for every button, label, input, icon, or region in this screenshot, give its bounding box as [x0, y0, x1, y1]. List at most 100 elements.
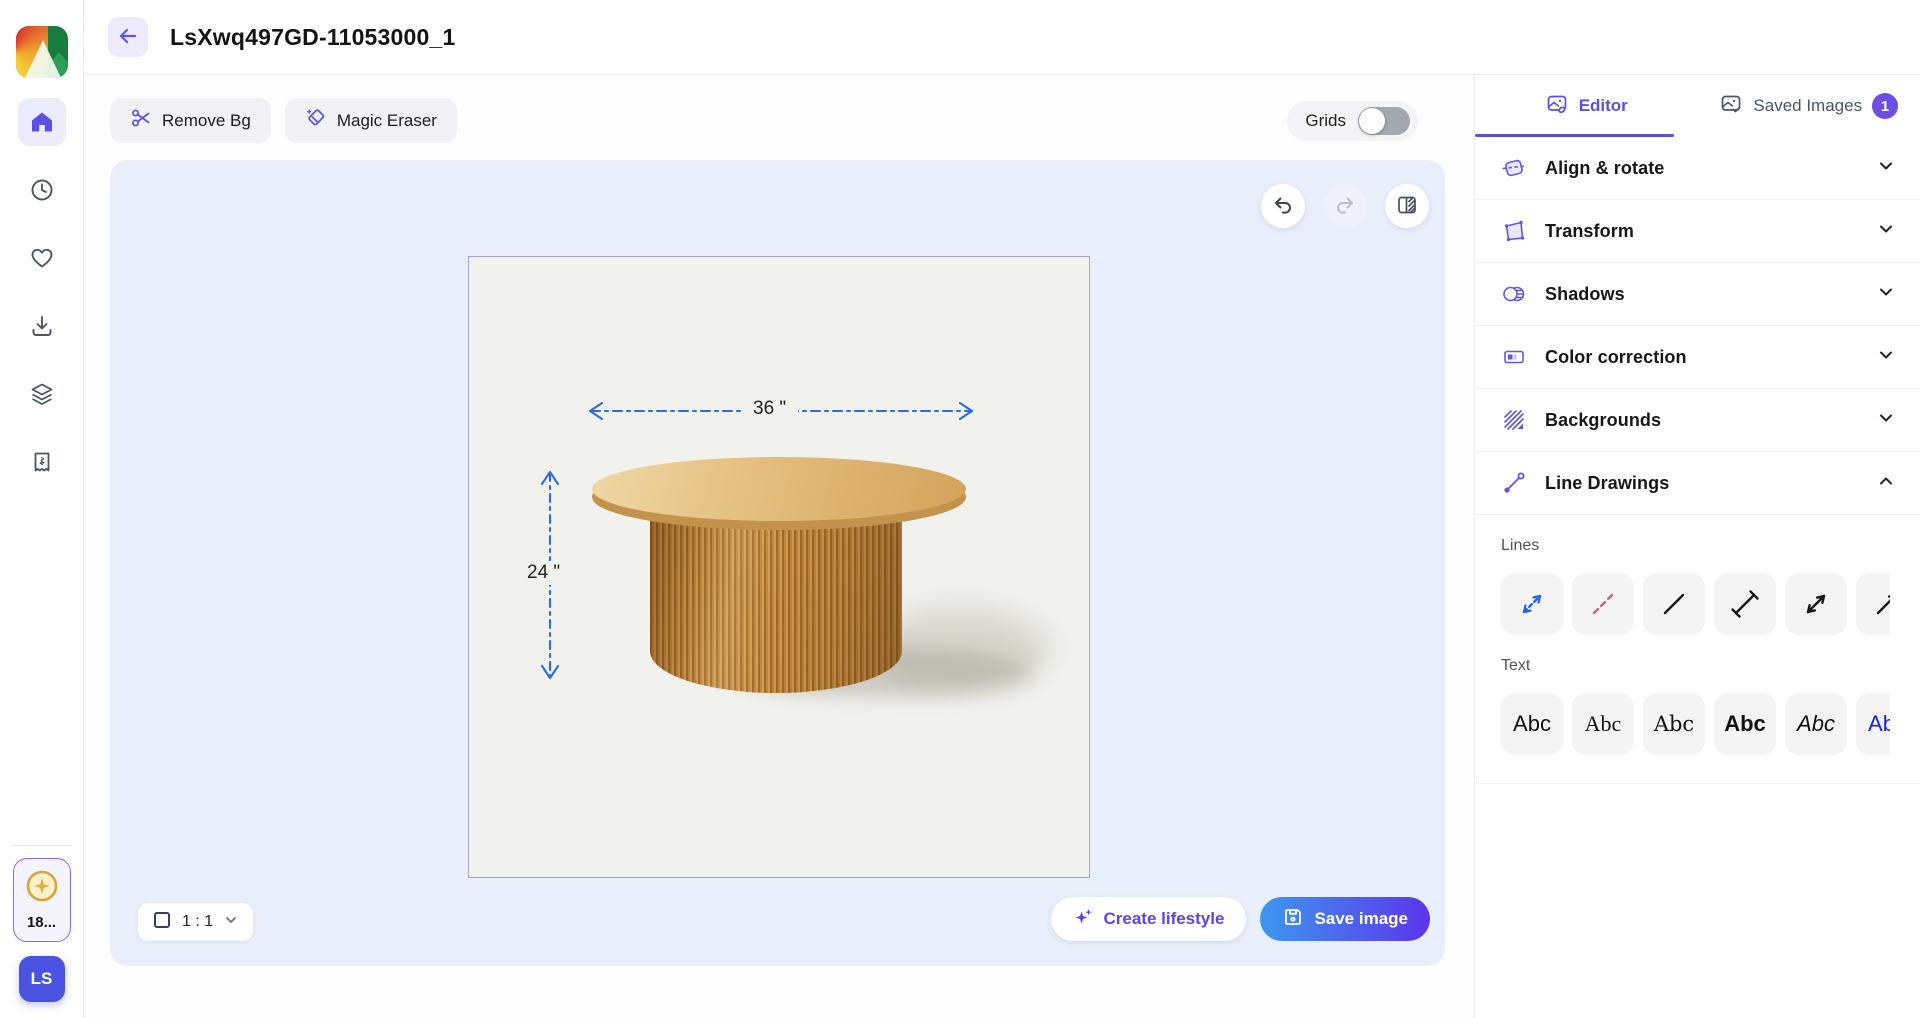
- save-image-label: Save image: [1314, 909, 1408, 929]
- main-column: LsXwq497GD-11053000_1 Remove Bg: [84, 0, 1920, 1018]
- download-icon: [29, 313, 55, 339]
- text-style-sample: Abc: [1797, 711, 1835, 737]
- line-drawings-icon: [1501, 470, 1527, 496]
- scissors-icon: [130, 107, 152, 134]
- nav-downloads[interactable]: [18, 302, 66, 350]
- align-rotate-icon: [1501, 155, 1527, 181]
- image-edit-icon: [1545, 92, 1569, 121]
- layers-icon: [29, 381, 55, 407]
- create-lifestyle-button[interactable]: Create lifestyle: [1051, 897, 1246, 941]
- nav-history[interactable]: [18, 166, 66, 214]
- section-backgrounds[interactable]: Backgrounds: [1475, 389, 1920, 452]
- section-transform[interactable]: Transform: [1475, 200, 1920, 263]
- page-title: LsXwq497GD-11053000_1: [170, 24, 456, 51]
- text-group-label: Text: [1501, 657, 1920, 675]
- editor-main: Remove Bg Magic Eraser Grids: [84, 75, 1474, 1018]
- tab-editor[interactable]: Editor: [1475, 75, 1698, 137]
- line-style-black-capped-ends[interactable]: [1714, 573, 1776, 635]
- editor-panel: Editor Saved Images 1 Align & rotate: [1474, 75, 1920, 1018]
- user-avatar[interactable]: LS: [19, 956, 65, 1002]
- text-style-italic[interactable]: Abc: [1785, 693, 1847, 755]
- line-style-black-solid[interactable]: [1643, 573, 1705, 635]
- text-style-serif-alt[interactable]: Abc: [1643, 693, 1705, 755]
- text-style-bold[interactable]: Abc: [1714, 693, 1776, 755]
- aspect-ratio-selector[interactable]: 1 : 1: [138, 903, 253, 941]
- chevron-down-icon: [1876, 282, 1896, 307]
- backgrounds-icon: [1501, 407, 1527, 433]
- compare-split-icon: [1395, 193, 1419, 220]
- transform-icon: [1501, 218, 1527, 244]
- left-rail: 18... LS: [0, 0, 84, 1018]
- lines-group-label: Lines: [1501, 537, 1920, 555]
- heart-icon: [29, 245, 55, 271]
- grids-toggle[interactable]: [1358, 107, 1410, 135]
- nav-home[interactable]: [18, 98, 66, 146]
- tab-saved-images[interactable]: Saved Images 1: [1698, 75, 1920, 137]
- chevron-down-icon: [1876, 408, 1896, 433]
- square-aspect-icon: [152, 910, 172, 935]
- undo-icon: [1271, 193, 1295, 220]
- canvas-actions: [1261, 184, 1429, 228]
- text-style-row: Abc Abc Abc Abc Abc Abc: [1501, 693, 1890, 755]
- chevron-down-icon: [223, 912, 239, 933]
- text-style-sample: Abc: [1654, 712, 1694, 736]
- grids-control: Grids: [1287, 101, 1418, 141]
- toggle-knob: [1359, 108, 1385, 134]
- line-style-blue-dashed-double-arrow[interactable]: [1501, 573, 1563, 635]
- width-dimension-label[interactable]: 36 ": [741, 397, 798, 421]
- saved-images-badge: 1: [1872, 93, 1898, 119]
- redo-icon: [1333, 193, 1357, 220]
- nav-billing[interactable]: [18, 438, 66, 486]
- text-style-sans[interactable]: Abc: [1501, 693, 1563, 755]
- chevron-down-icon: [1876, 156, 1896, 181]
- section-line-drawings[interactable]: Line Drawings: [1475, 452, 1920, 515]
- nav-layers[interactable]: [18, 370, 66, 418]
- redo-button[interactable]: [1323, 184, 1367, 228]
- header: LsXwq497GD-11053000_1: [84, 0, 1920, 75]
- rail-divider: [12, 845, 72, 846]
- home-icon: [29, 109, 55, 135]
- section-shadows[interactable]: Shadows: [1475, 263, 1920, 326]
- aspect-ratio-value: 1 : 1: [182, 913, 213, 931]
- sparkles-icon: [1073, 906, 1095, 933]
- magic-eraser-button[interactable]: Magic Eraser: [285, 98, 457, 143]
- section-color-correction[interactable]: Color correction: [1475, 326, 1920, 389]
- magic-eraser-icon: [305, 107, 327, 134]
- grids-label: Grids: [1305, 111, 1346, 131]
- remove-bg-button[interactable]: Remove Bg: [110, 98, 271, 143]
- credits-button[interactable]: 18...: [13, 858, 71, 942]
- content-row: Remove Bg Magic Eraser Grids: [84, 75, 1920, 1018]
- text-style-sample: Abc: [1513, 711, 1551, 737]
- section-align-rotate[interactable]: Align & rotate: [1475, 137, 1920, 200]
- save-image-button[interactable]: Save image: [1260, 897, 1430, 941]
- credits-count: 18...: [27, 914, 56, 931]
- app-logo[interactable]: [16, 26, 68, 78]
- section-label: Shadows: [1545, 284, 1858, 305]
- color-correction-icon: [1501, 344, 1527, 370]
- magic-eraser-label: Magic Eraser: [337, 111, 437, 131]
- compare-button[interactable]: [1385, 184, 1429, 228]
- save-disk-icon: [1282, 906, 1304, 933]
- text-style-serif[interactable]: Abc: [1572, 693, 1634, 755]
- back-button[interactable]: [108, 17, 148, 57]
- panel-divider: [1475, 783, 1920, 784]
- editor-toolbar: Remove Bg Magic Eraser Grids: [84, 75, 1474, 143]
- section-label: Align & rotate: [1545, 158, 1858, 179]
- line-style-black-double-arrow[interactable]: [1785, 573, 1847, 635]
- editor-canvas[interactable]: 36 " 24 " 1 : 1: [110, 160, 1445, 966]
- receipt-icon: [29, 449, 55, 475]
- text-style-blue[interactable]: Abc: [1856, 693, 1890, 755]
- height-dimension-label[interactable]: 24 ": [515, 561, 572, 585]
- line-style-red-dashed[interactable]: [1572, 573, 1634, 635]
- line-style-row: [1501, 573, 1890, 635]
- nav-favorites[interactable]: [18, 234, 66, 282]
- coin-icon: [25, 869, 59, 908]
- image-check-icon: [1719, 92, 1743, 121]
- shadows-icon: [1501, 281, 1527, 307]
- product-image-frame[interactable]: 36 " 24 ": [468, 256, 1090, 878]
- panel-tabs: Editor Saved Images 1: [1475, 75, 1920, 137]
- undo-button[interactable]: [1261, 184, 1305, 228]
- line-style-black-single-arrow[interactable]: [1856, 573, 1890, 635]
- tab-editor-label: Editor: [1579, 96, 1628, 116]
- section-label: Backgrounds: [1545, 410, 1858, 431]
